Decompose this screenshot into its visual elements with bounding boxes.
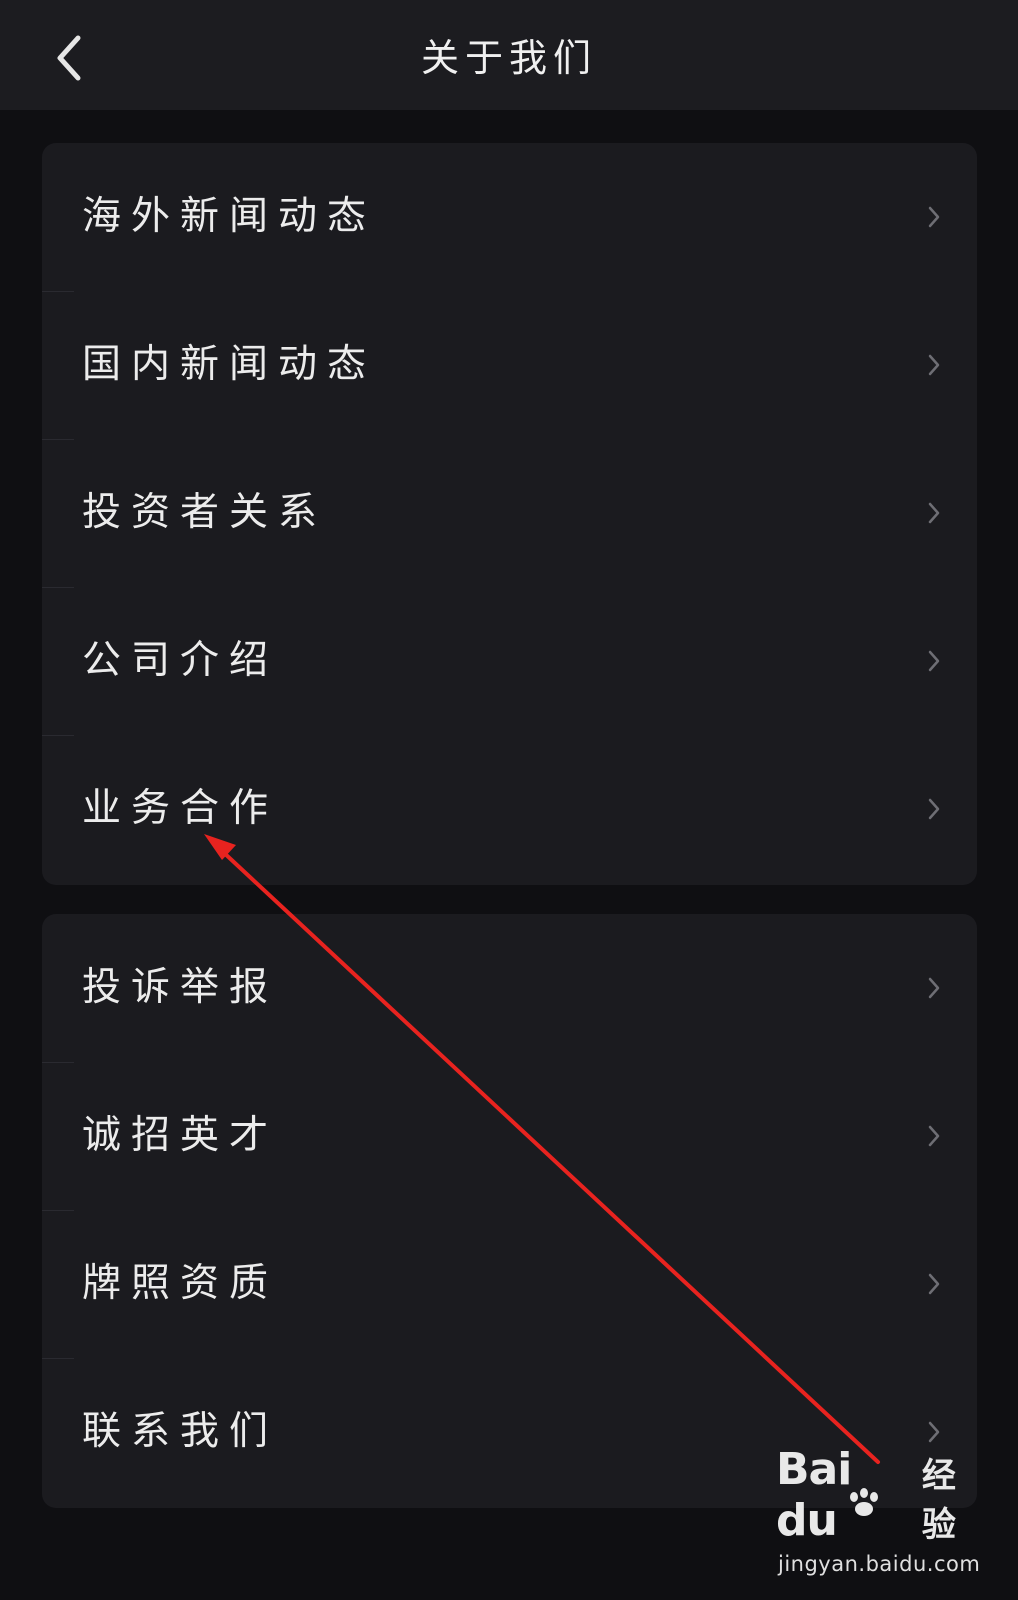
chevron-right-icon xyxy=(927,205,941,229)
nav-bar: 关于我们 xyxy=(0,0,1018,110)
list-item-label: 联系我们 xyxy=(82,1409,279,1454)
list-item-label: 诚招英才 xyxy=(82,1113,279,1158)
page-title: 关于我们 xyxy=(420,36,597,80)
chevron-right-icon xyxy=(927,1420,941,1444)
list-item-investor-relations[interactable]: 投资者关系 xyxy=(42,439,977,587)
list-item-overseas-news[interactable]: 海外新闻动态 xyxy=(42,143,977,291)
list-item-complaints[interactable]: 投诉举报 xyxy=(42,914,977,1062)
chevron-right-icon xyxy=(927,797,941,821)
list-item-careers[interactable]: 诚招英才 xyxy=(42,1062,977,1210)
watermark-brand-cn: 经验 xyxy=(921,1456,956,1545)
list-item-label: 海外新闻动态 xyxy=(82,194,377,239)
list-item-label: 投诉举报 xyxy=(82,965,279,1010)
watermark-url: jingyan.baidu.com xyxy=(778,1552,981,1576)
list-item-company-intro[interactable]: 公司介绍 xyxy=(42,587,977,735)
list-item-label: 国内新闻动态 xyxy=(82,342,377,387)
settings-group-about: 海外新闻动态 国内新闻动态 投资者关系 公司介绍 业务合作 xyxy=(42,143,977,885)
chevron-right-icon xyxy=(927,976,941,1000)
chevron-right-icon xyxy=(927,501,941,525)
settings-group-contact: 投诉举报 诚招英才 牌照资质 联系我们 xyxy=(42,914,977,1508)
chevron-right-icon xyxy=(927,649,941,673)
list-item-label: 投资者关系 xyxy=(82,490,328,535)
paw-icon xyxy=(850,1488,878,1516)
chevron-right-icon xyxy=(927,353,941,377)
chevron-right-icon xyxy=(927,1124,941,1148)
chevron-right-icon xyxy=(927,1272,941,1296)
baidu-jingyan-watermark: Bai du 经验 jingyan.baidu.com xyxy=(776,1444,986,1586)
list-item-label: 业务合作 xyxy=(82,786,279,831)
list-item-licenses[interactable]: 牌照资质 xyxy=(42,1210,977,1358)
list-item-domestic-news[interactable]: 国内新闻动态 xyxy=(42,291,977,439)
list-item-business-cooperation[interactable]: 业务合作 xyxy=(42,735,977,883)
list-item-label: 公司介绍 xyxy=(82,638,279,683)
list-item-label: 牌照资质 xyxy=(82,1261,279,1306)
